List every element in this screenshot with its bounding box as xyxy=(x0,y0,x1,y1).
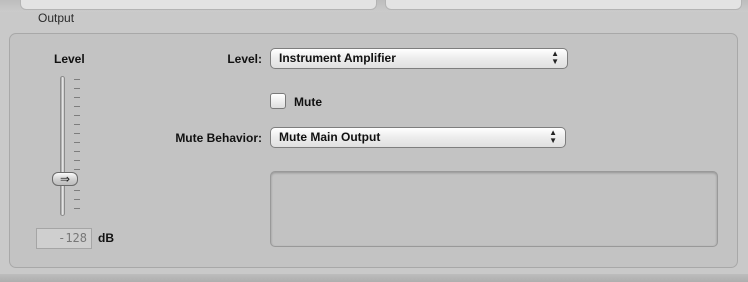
slider-tick xyxy=(74,190,80,191)
level-slider-track[interactable] xyxy=(60,76,65,216)
slider-tick xyxy=(74,79,80,80)
level-value-field[interactable]: -128 xyxy=(36,228,92,249)
slider-tick xyxy=(74,115,80,116)
level-slider-thumb[interactable]: ⇒ xyxy=(52,172,78,186)
arrow-right-icon: ⇒ xyxy=(59,172,71,186)
mute-checkbox[interactable] xyxy=(270,93,286,109)
slider-tick xyxy=(74,142,80,143)
slider-tick xyxy=(74,133,80,134)
upper-panel-edge-left xyxy=(20,0,377,10)
level-unit-label: dB xyxy=(98,231,114,245)
info-text-area[interactable] xyxy=(270,171,718,247)
slider-tick xyxy=(74,199,80,200)
up-down-arrows-icon: ▲ ▼ xyxy=(549,128,557,145)
slider-tick xyxy=(74,124,80,125)
slider-tick xyxy=(74,208,80,209)
output-group-title: Output xyxy=(38,11,75,25)
level-popup-value: Instrument Amplifier xyxy=(279,51,396,65)
slider-tick xyxy=(74,169,80,170)
mute-behavior-popup[interactable]: Mute Main Output ▲ ▼ xyxy=(270,127,566,148)
mute-checkbox-label: Mute xyxy=(294,95,322,109)
slider-tick xyxy=(74,151,80,152)
upper-panel-edge-right xyxy=(385,0,742,10)
slider-tick xyxy=(74,106,80,107)
mute-behavior-label: Mute Behavior: xyxy=(175,131,262,145)
bottom-band xyxy=(0,274,748,282)
level-popup[interactable]: Instrument Amplifier ▲ ▼ xyxy=(270,48,568,69)
mute-behavior-popup-value: Mute Main Output xyxy=(279,130,381,144)
slider-tick xyxy=(74,88,80,89)
level-slider-title: Level xyxy=(54,52,85,66)
level-popup-label: Level: xyxy=(227,52,262,66)
slider-tick xyxy=(74,160,80,161)
slider-tick xyxy=(74,97,80,98)
up-down-arrows-icon: ▲ ▼ xyxy=(551,49,559,66)
